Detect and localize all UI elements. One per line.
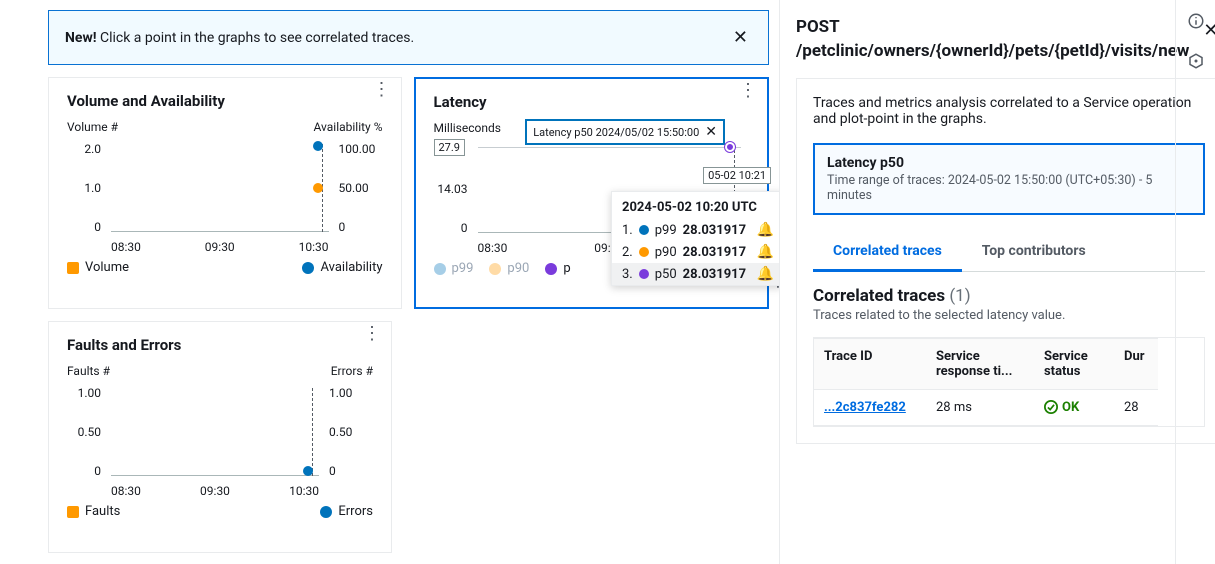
operation-title: POST /petclinic/owners/{ownerId}/pets/{p… [796,16,1189,64]
info-banner-close-button[interactable]: ✕ [729,23,752,52]
right-pane: POST /petclinic/owners/{ownerId}/pets/{p… [780,0,1215,564]
latency-title: Latency [434,93,750,111]
tab-correlated-traces[interactable]: Correlated traces [813,233,962,272]
selected-metric-box: Latency p50 Time range of traces: 2024-0… [813,143,1205,215]
right-pane-body: Traces and metrics analysis correlated t… [796,78,1215,444]
card-menu-icon[interactable]: ⋮ [363,332,381,336]
bell-icon[interactable]: 🔔 [757,244,774,260]
legend-p90[interactable]: p90 [489,261,529,276]
card-menu-icon[interactable]: ⋮ [373,88,391,92]
volume-chart[interactable]: 2.01.00 100.0050.000 [67,142,383,234]
faults-card: ⋮ Faults and Errors Faults # Errors # 1.… [48,321,392,553]
legend-p99[interactable]: p99 [434,261,474,276]
volume-left-axis-label: Volume # [67,120,118,134]
volume-card: ⋮ Volume and Availability Volume # Avail… [48,77,402,309]
tooltip-row-p50[interactable]: 3.p50 28.031917 🔔 [612,263,780,285]
tooltip-row-p90[interactable]: 2.p90 28.031917 🔔 [612,241,780,263]
legend-faults[interactable]: Faults [67,504,120,519]
table-row: ...2c837fe282 28 ms OK 28 [814,390,1204,426]
faults-right-axis-label: Errors # [331,364,373,378]
info-banner-text: New! Click a point in the graphs to see … [65,30,414,46]
latency-card: ⋮ Latency Milliseconds Latency p50 2024/… [414,77,770,309]
y-tick-badge: 27.9 [434,139,465,156]
latency-pointer-label: 05-02 10:21 [703,167,771,184]
correlated-traces-heading: Correlated traces (1) [813,286,1205,306]
status-badge: OK [1044,400,1104,415]
right-pane-description: Traces and metrics analysis correlated t… [813,95,1205,127]
th-duration[interactable]: Dur [1114,338,1158,390]
tooltip-row-p99[interactable]: 1.p99 28.031917 🔔 [612,219,780,241]
check-circle-icon [1044,400,1058,414]
th-status[interactable]: Service status [1034,338,1114,390]
latency-tooltip: 2024-05-02 10:20 UTC 1.p99 28.031917 🔔 2… [611,191,780,286]
td-duration: 28 [1114,390,1158,426]
trace-id-link[interactable]: ...2c837fe282 [824,400,906,415]
latency-selection-chip[interactable]: Latency p50 2024/05/02 15:50:00 ✕ [525,119,725,145]
tab-top-contributors[interactable]: Top contributors [962,233,1106,271]
legend-errors[interactable]: Errors [320,504,373,519]
traces-table: Trace ID Service response ti... Service … [813,337,1205,427]
legend-availability[interactable]: Availability [302,260,382,275]
hexagon-icon[interactable] [1187,52,1205,74]
faults-title: Faults and Errors [67,336,373,354]
side-rail [1175,0,1215,564]
th-trace-id[interactable]: Trace ID [814,338,926,390]
volume-right-axis-label: Availability % [313,120,382,134]
th-response-time[interactable]: Service response ti... [926,338,1034,390]
legend-p50[interactable]: p [545,261,570,276]
card-menu-icon[interactable]: ⋮ [739,89,757,93]
chip-close-icon[interactable]: ✕ [705,124,717,140]
right-pane-tabs: Correlated traces Top contributors [813,233,1205,272]
td-response-time: 28 ms [926,390,1034,426]
correlated-traces-subheading: Traces related to the selected latency v… [813,308,1205,323]
latency-axis-label: Milliseconds [434,121,501,135]
bell-icon[interactable]: 🔔 [757,222,774,238]
info-icon[interactable] [1187,12,1205,34]
faults-chart[interactable]: 1.000.500 1.000.500 [67,386,373,478]
legend-volume[interactable]: Volume [67,260,129,275]
left-pane: New! Click a point in the graphs to see … [0,0,780,564]
volume-title: Volume and Availability [67,92,383,110]
faults-left-axis-label: Faults # [67,364,110,378]
bell-icon[interactable]: 🔔 [757,266,774,282]
info-banner: New! Click a point in the graphs to see … [48,10,769,65]
